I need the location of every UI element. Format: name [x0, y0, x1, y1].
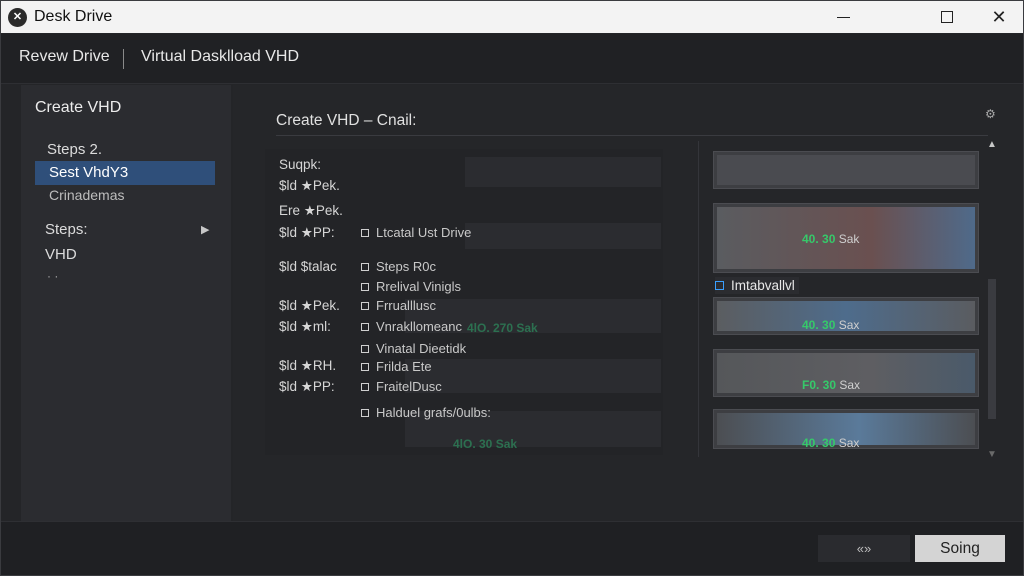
sidebar: Create VHD Steps 2. Sest VhdY3 Crinadema…	[21, 85, 231, 521]
field-label: $ld ★PP:	[279, 379, 335, 394]
checkbox[interactable]	[361, 282, 369, 291]
checkbox[interactable]	[361, 322, 369, 331]
thumbnail-stat: 40. 30 Sak	[802, 232, 860, 246]
option-row[interactable]: Halduel grafs/0ulbs:	[361, 405, 491, 420]
field-label: $ld ★Pek.	[279, 298, 340, 313]
option-label: Vinatal Dieetidk	[376, 341, 467, 356]
vhd-thumbnail[interactable]: F0. 30 Sax	[713, 349, 979, 397]
thumbnail-select-label: Imtabvallvl	[731, 278, 795, 293]
ghost-row	[405, 359, 661, 393]
vhd-thumbnail[interactable]: 40. 30 Sak	[713, 203, 979, 273]
option-label: Vnrakllomeanc	[376, 319, 462, 334]
checkbox[interactable]	[361, 362, 369, 371]
option-row[interactable]: Vinatal Dieetidk	[361, 341, 466, 356]
ghost-stat: 4lO. 30 Sak	[453, 437, 518, 451]
option-label: Frrualllusc	[376, 298, 436, 313]
sidebar-title: Create VHD	[35, 99, 122, 116]
option-label: Frilda Ete	[376, 359, 432, 374]
thumbnail-stat: F0. 30 Sax	[802, 378, 861, 392]
thumbnail-stat: 40. 30 Sax	[802, 318, 860, 332]
ghost-row	[465, 157, 661, 187]
breadcrumb-item-virtual-vhd[interactable]: Virtual Dasklload VHD	[141, 48, 299, 66]
option-label: Steps R0c	[376, 259, 436, 274]
field-label: $ld $talac	[279, 259, 337, 274]
option-label: FraitelDusc	[376, 379, 442, 394]
breadcrumb: Revew Drive Virtual Dasklload VHD	[1, 34, 1023, 84]
vhd-thumbnail[interactable]: 40. 30 Sax	[713, 409, 979, 450]
field-label: $ld ★Pek.	[279, 178, 340, 193]
thumbnail-select-option[interactable]: Imtabvallvl	[715, 277, 799, 294]
checkbox[interactable]	[361, 408, 369, 417]
page-title: Create VHD – Cnail:	[276, 112, 417, 129]
checkbox[interactable]	[361, 382, 369, 391]
sidebar-item-selected[interactable]: Sest VhdY3	[35, 161, 215, 185]
checkbox[interactable]	[361, 301, 369, 310]
sidebar-item-crinademas[interactable]: Crinademas	[49, 187, 124, 203]
sidebar-item-more[interactable]: · ·	[47, 269, 58, 283]
option-label: Halduel grafs/0ulbs:	[376, 405, 491, 420]
window-title: Desk Drive	[34, 8, 113, 25]
field-label: $ld ★ml:	[279, 319, 331, 334]
secondary-button[interactable]: «»	[818, 535, 910, 562]
title-bar: ✕ Desk Drive ✕	[1, 1, 1023, 33]
checkbox[interactable]	[361, 228, 369, 237]
breadcrumb-separator	[123, 49, 124, 69]
field-label: $ld ★RH.	[279, 358, 337, 373]
vhd-thumbnail[interactable]: 40. 30 Sax	[713, 297, 979, 335]
option-row[interactable]: Vnrakllomeanc	[361, 319, 462, 334]
sidebar-item-steps-2[interactable]: Steps 2.	[47, 141, 102, 158]
vhd-thumbnail-list: 40. 30 Sak 40. 30 Sax F0. 30 Sax 40. 30 …	[713, 149, 979, 457]
maximize-icon	[941, 11, 953, 23]
scroll-thumb[interactable]	[988, 279, 996, 419]
checkbox[interactable]	[715, 281, 724, 290]
panel-divider	[698, 141, 699, 457]
title-divider	[276, 135, 988, 136]
sidebar-item-steps[interactable]: Steps:	[45, 221, 88, 238]
scrollbar[interactable]: ▲ ▼	[985, 139, 999, 469]
option-row[interactable]: Frrualllusc	[361, 298, 436, 313]
scroll-up-icon[interactable]: ▲	[987, 139, 997, 150]
option-label: Rrelival Vinigls	[376, 279, 462, 294]
minimize-icon	[836, 16, 850, 18]
option-row[interactable]: Frilda Ete	[361, 359, 432, 374]
close-icon: ✕	[991, 7, 1007, 27]
field-label: Suqpk:	[279, 157, 322, 172]
ghost-stat: 4lO. 270 Sak	[467, 321, 538, 335]
field-label: Ere ★Pek.	[279, 203, 343, 218]
primary-button[interactable]: Soing	[915, 535, 1005, 562]
field-label: $ld ★PP:	[279, 225, 335, 240]
close-button[interactable]: ✕	[973, 1, 1024, 33]
maximize-button[interactable]	[921, 1, 973, 33]
option-row[interactable]: Steps R0c	[361, 259, 436, 274]
scroll-down-icon[interactable]: ▼	[987, 449, 997, 460]
ghost-row	[465, 223, 661, 249]
thumbnail-stat: 40. 30 Sax	[802, 436, 860, 450]
thumbnail-header	[713, 151, 979, 189]
chevron-right-icon[interactable]: ▶	[201, 223, 209, 236]
app-window: ✕ Desk Drive ✕ Revew Drive Virtual Daskl…	[0, 0, 1024, 576]
option-row[interactable]: Ltcatal Ust Drive	[361, 225, 471, 240]
app-logo-icon: ✕	[8, 8, 27, 27]
checkbox[interactable]	[361, 262, 369, 271]
breadcrumb-item-revew-drive[interactable]: Revew Drive	[19, 48, 110, 66]
settings-gear-icon[interactable]: ⚙	[985, 107, 996, 121]
minimize-button[interactable]	[817, 1, 869, 33]
checkbox[interactable]	[361, 344, 369, 353]
option-row[interactable]: Rrelival Vinigls	[361, 279, 461, 294]
option-row[interactable]: FraitelDusc	[361, 379, 442, 394]
sidebar-item-vhd[interactable]: VHD	[45, 246, 77, 263]
option-label: Ltcatal Ust Drive	[376, 225, 472, 240]
